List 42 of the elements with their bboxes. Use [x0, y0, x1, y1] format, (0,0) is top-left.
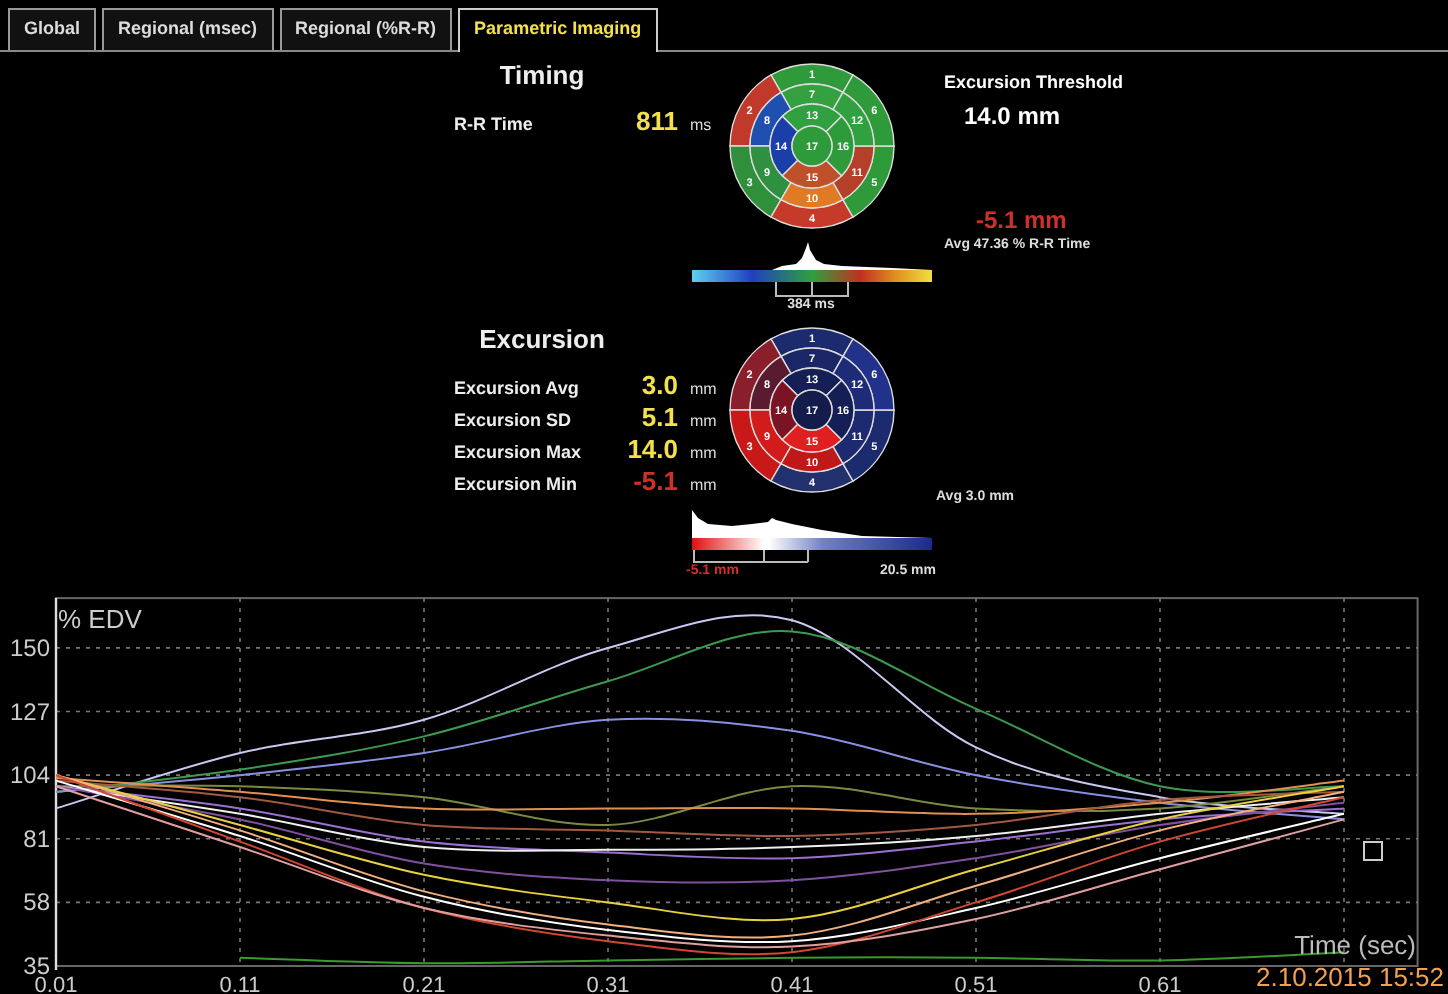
- threshold-value: 14.0 mm: [964, 102, 1063, 130]
- stat-label: R-R Time: [454, 114, 535, 134]
- stat-label: Excursion Max: [454, 442, 584, 462]
- y-axis-title: % EDV: [58, 604, 142, 635]
- stat-label: Excursion SD: [454, 410, 574, 430]
- threshold-title: Excursion Threshold: [944, 72, 1124, 92]
- stat-value: 811: [634, 106, 678, 136]
- range-marker-icon: [691, 550, 811, 564]
- stat-label: Excursion Min: [454, 474, 580, 494]
- x-tick-label: 0.11: [219, 974, 261, 994]
- section-title: Timing: [497, 60, 587, 90]
- square-icon[interactable]: [1363, 841, 1383, 861]
- x-tick-label: 0.41: [770, 974, 814, 994]
- stat-value: 3.0: [639, 370, 678, 400]
- tab[interactable]: Parametric Imaging: [458, 8, 658, 52]
- x-tick-label: 0.61: [1138, 974, 1182, 994]
- minimum-value: -5.1 mm: [976, 206, 1069, 234]
- y-tick-label: 58: [23, 888, 50, 917]
- x-tick-label: 0.01: [34, 974, 78, 994]
- y-tick-label: 104: [9, 761, 50, 790]
- x-tick-label: 0.31: [586, 974, 630, 994]
- stat-value: -5.1: [631, 466, 678, 496]
- date-time-label: 2.10.2015 15:52: [1256, 962, 1444, 992]
- x-tick-label: 0.51: [954, 974, 998, 994]
- unit-label: ms: [688, 116, 714, 134]
- unit-label: mm: [688, 412, 718, 430]
- tab[interactable]: Regional (%R-R): [279, 8, 453, 50]
- y-tick-label: 81: [23, 824, 50, 853]
- stat-value: 14.0: [625, 434, 678, 464]
- stat-label: Excursion Avg: [454, 378, 581, 398]
- tab[interactable]: Regional (msec): [102, 8, 274, 50]
- stat-value: 5.1: [639, 402, 678, 432]
- x-axis-title: Time (sec): [1294, 930, 1416, 960]
- x-tick-label: 0.21: [402, 974, 446, 994]
- section-title: Excursion: [477, 324, 607, 354]
- unit-label: mm: [688, 380, 718, 398]
- range-marker-icon: [771, 282, 851, 298]
- y-tick-label: 150: [9, 633, 50, 662]
- unit-label: mm: [688, 444, 718, 462]
- y-tick-label: 127: [9, 697, 50, 726]
- tab[interactable]: Global: [8, 8, 97, 50]
- unit-label: mm: [688, 476, 718, 494]
